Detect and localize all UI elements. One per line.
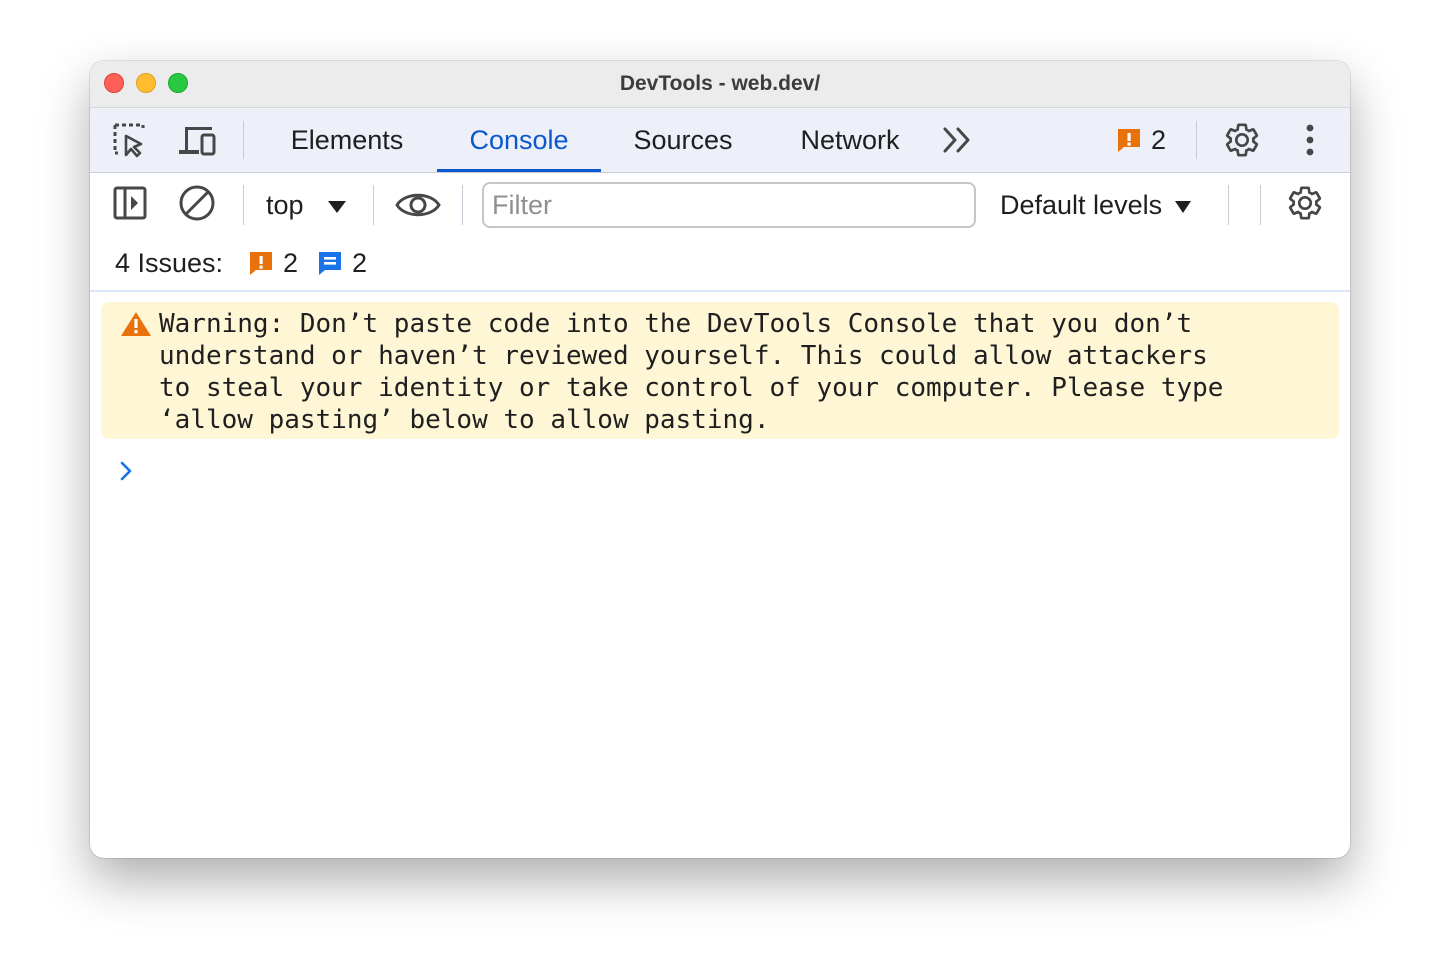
toolbar-divider xyxy=(1196,121,1197,159)
issue-warning-icon xyxy=(1118,129,1140,152)
settings-button[interactable] xyxy=(1222,122,1262,158)
log-levels-value: Default levels xyxy=(1000,190,1163,220)
live-expression-button[interactable] xyxy=(395,187,441,223)
toolbar-divider xyxy=(1260,185,1261,225)
inspect-element-icon[interactable] xyxy=(110,122,150,158)
issues-badge-count[interactable]: 2 xyxy=(1151,122,1166,158)
js-context-value: top xyxy=(266,190,304,220)
chevron-right-icon xyxy=(120,461,132,481)
toolbar-divider xyxy=(462,185,463,225)
more-tabs-button[interactable] xyxy=(938,122,978,158)
dropdown-triangle-icon xyxy=(328,200,347,213)
gear-icon xyxy=(1288,186,1322,220)
warning-text: Warning: Don’t paste code into the DevTo… xyxy=(159,309,1224,435)
issue-warning-icon xyxy=(250,252,272,275)
title-bar: DevTools - web.dev/ xyxy=(90,61,1350,108)
issues-info-count[interactable]: 2 xyxy=(352,245,367,281)
issues-badge-button[interactable] xyxy=(1114,122,1144,158)
toolbar-divider xyxy=(373,185,374,225)
clear-console-button[interactable] xyxy=(177,185,217,221)
show-sidebar-button[interactable] xyxy=(110,185,150,221)
active-tab-indicator xyxy=(437,169,601,172)
log-levels-select[interactable]: Default levels xyxy=(1000,185,1192,225)
clear-console-icon xyxy=(179,185,215,221)
customize-menu-button[interactable] xyxy=(1290,122,1330,158)
issues-warning-count[interactable]: 2 xyxy=(283,245,298,281)
issue-info-icon xyxy=(319,252,341,275)
toolbar-divider xyxy=(243,185,244,225)
console-toolbar: top Default levels xyxy=(90,173,1350,237)
console-settings-button[interactable] xyxy=(1285,185,1325,221)
gear-icon xyxy=(1225,123,1259,157)
toolbar-divider xyxy=(243,121,244,159)
console-warning-message: Warning: Don’t paste code into the DevTo… xyxy=(101,302,1339,439)
tab-console[interactable]: Console xyxy=(437,108,601,172)
window-title: DevTools - web.dev/ xyxy=(619,72,821,95)
issues-bar: 4 Issues: 2 2 xyxy=(90,237,1350,292)
dropdown-triangle-icon xyxy=(1174,200,1191,213)
issues-label: 4 Issues: xyxy=(115,248,224,278)
console-prompt-input[interactable] xyxy=(150,455,1330,487)
eye-icon xyxy=(395,193,441,217)
filter-input[interactable] xyxy=(482,182,976,228)
devtools-window: DevTools - web.dev/ Elements Console Sou… xyxy=(90,61,1350,858)
kebab-menu-icon xyxy=(1306,124,1314,156)
sidebar-toggle-icon xyxy=(113,186,147,220)
tab-sources[interactable]: Sources xyxy=(612,108,754,172)
issues-warning-button[interactable] xyxy=(247,249,275,282)
main-tab-bar: Elements Console Sources Network 2 xyxy=(90,108,1350,173)
warning-triangle-icon xyxy=(121,312,151,336)
issues-info-button[interactable] xyxy=(316,249,344,282)
tab-network[interactable]: Network xyxy=(780,108,920,172)
js-context-select[interactable]: top xyxy=(266,185,347,225)
toolbar-divider xyxy=(1228,185,1229,225)
tab-elements[interactable]: Elements xyxy=(266,108,428,172)
device-toolbar-icon[interactable] xyxy=(177,122,217,158)
chevron-double-right-icon xyxy=(943,127,970,153)
